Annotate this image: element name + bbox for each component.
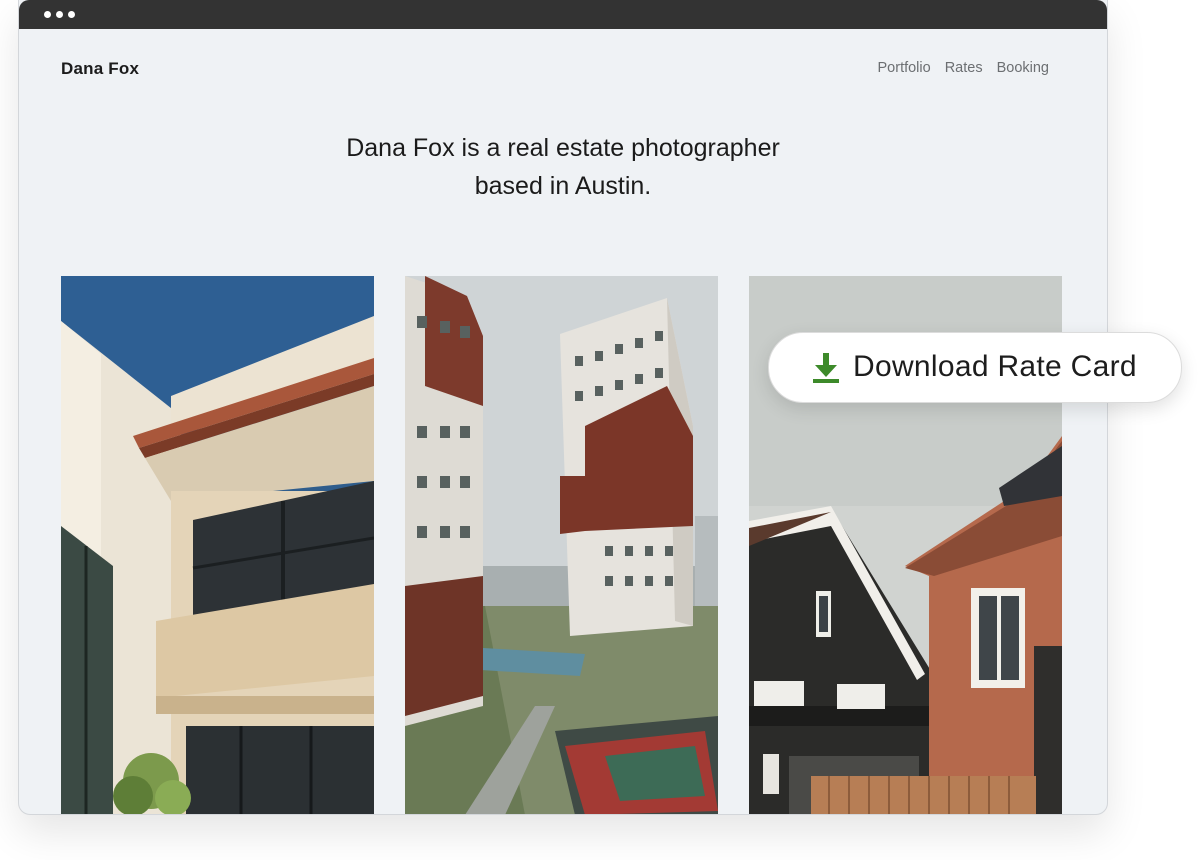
nav-booking[interactable]: Booking xyxy=(997,60,1049,76)
hero-line-1: Dana Fox is a real estate photographer xyxy=(346,134,780,162)
browser-window: Dana Fox Portfolio Rates Booking Dana Fo… xyxy=(18,0,1108,815)
towers-photo-image xyxy=(405,276,718,814)
gallery-photo-2[interactable] xyxy=(405,276,718,814)
download-rate-card-label: Download Rate Card xyxy=(853,350,1137,383)
window-control-dot[interactable] xyxy=(44,11,51,18)
house-photo-image xyxy=(61,276,374,814)
window-control-dot[interactable] xyxy=(56,11,63,18)
nav-rates[interactable]: Rates xyxy=(945,60,983,76)
main-nav: Portfolio Rates Booking xyxy=(878,60,1050,76)
hero-headline: Dana Fox is a real estate photographer b… xyxy=(263,129,863,205)
download-icon xyxy=(813,353,839,383)
site-brand[interactable]: Dana Fox xyxy=(61,59,139,79)
hero-line-2: based in Austin. xyxy=(474,172,652,200)
gallery-photo-1[interactable] xyxy=(61,276,374,814)
window-control-dot[interactable] xyxy=(68,11,75,18)
nav-portfolio[interactable]: Portfolio xyxy=(878,60,931,76)
download-rate-card-button[interactable]: Download Rate Card xyxy=(768,332,1182,403)
browser-titlebar xyxy=(19,0,1107,29)
